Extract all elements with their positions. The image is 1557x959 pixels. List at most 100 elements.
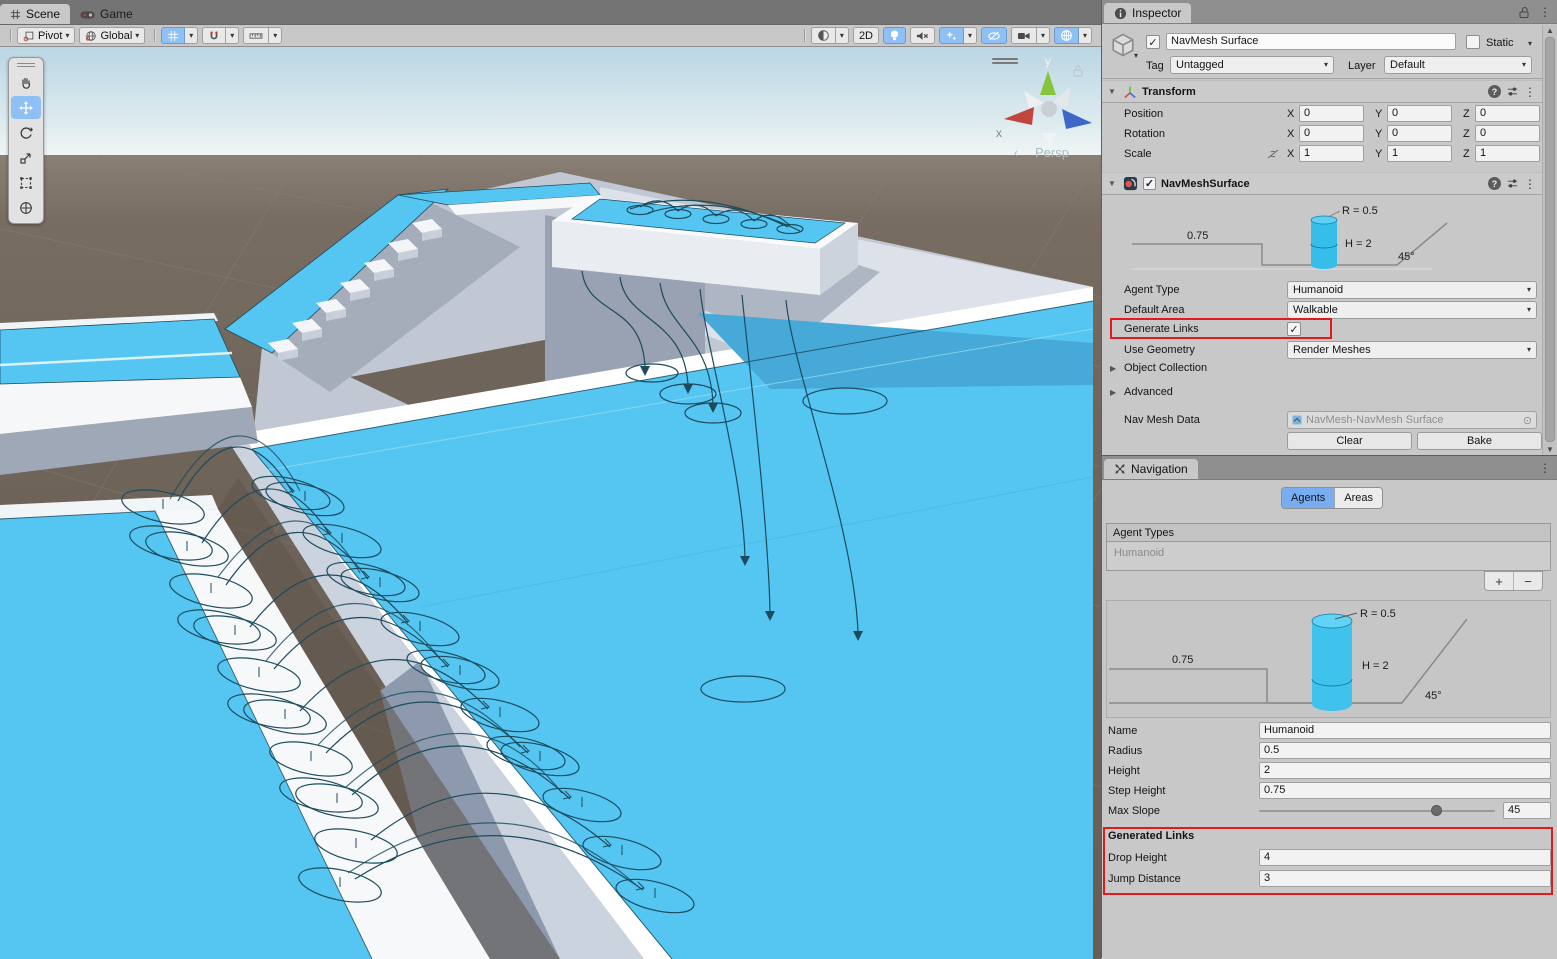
foldout-icon[interactable]: ▼: [1108, 87, 1118, 96]
scale-z-field[interactable]: 1: [1475, 145, 1540, 162]
grid-options-dropdown[interactable]: ▾: [185, 27, 198, 44]
kebab-menu-icon[interactable]: ⋮: [1524, 177, 1536, 191]
object-picker-icon[interactable]: ⊙: [1523, 414, 1532, 427]
gameobject-name-field[interactable]: NavMesh Surface: [1166, 33, 1456, 50]
gameobject-header: ▾ ✓ NavMesh Surface Static ▾ Tag Untagge…: [1102, 25, 1542, 79]
scene-visibility-button[interactable]: [981, 27, 1007, 44]
pivot-button[interactable]: Pivot ▾: [17, 27, 75, 44]
move-tool-button[interactable]: [11, 96, 41, 119]
position-y-field[interactable]: 0: [1387, 105, 1452, 122]
advanced-foldout[interactable]: ▶ Advanced: [1102, 386, 1542, 398]
active-checkbox[interactable]: ✓: [1146, 35, 1160, 49]
agent-type-dropdown[interactable]: Humanoid▾: [1287, 281, 1537, 299]
rotation-z-field[interactable]: 0: [1475, 125, 1540, 142]
static-dropdown-icon[interactable]: ▾: [1528, 40, 1532, 48]
rotate-tool-button[interactable]: [11, 121, 41, 144]
remove-agent-button[interactable]: −: [1514, 572, 1542, 590]
lock-icon[interactable]: [1518, 6, 1530, 19]
tab-scene[interactable]: Scene: [0, 4, 70, 24]
shading-mode-button[interactable]: [811, 27, 836, 44]
effects-dropdown[interactable]: ▾: [964, 27, 977, 44]
rotation-x-field[interactable]: 0: [1299, 125, 1364, 142]
gizmo-x-label: x: [996, 126, 1002, 140]
position-z-field[interactable]: 0: [1475, 105, 1540, 122]
default-area-dropdown[interactable]: Walkable▾: [1287, 301, 1537, 319]
audio-toggle-button[interactable]: [910, 27, 935, 44]
object-collection-foldout[interactable]: ▶ Object Collection: [1102, 362, 1542, 374]
presets-icon[interactable]: [1506, 177, 1519, 190]
scene-viewport[interactable]: y x z ‹ Persp: [0, 47, 1101, 959]
inspector-scrollbar[interactable]: ▲ ▼: [1542, 25, 1557, 455]
help-icon[interactable]: ?: [1488, 85, 1501, 98]
camera-settings-button[interactable]: [1011, 27, 1037, 44]
presets-icon[interactable]: [1506, 85, 1519, 98]
global-button[interactable]: Global ▾: [79, 27, 145, 44]
layer-dropdown[interactable]: Default▾: [1384, 56, 1532, 74]
gizmos-dropdown[interactable]: ▾: [1079, 27, 1092, 44]
tab-game[interactable]: Game: [70, 4, 143, 24]
step-height-field[interactable]: 0.75: [1259, 782, 1551, 799]
cube-dropdown-icon[interactable]: ▾: [1134, 52, 1138, 60]
inspector-menu-icon[interactable]: ⋮: [1539, 5, 1551, 19]
effects-toggle-button[interactable]: [939, 27, 964, 44]
position-x-field[interactable]: 0: [1299, 105, 1364, 122]
navmeshsurface-header[interactable]: ▼ ✓ NavMeshSurface ? ⋮: [1102, 172, 1542, 195]
increment-snap-button[interactable]: [243, 27, 269, 44]
scroll-down-icon[interactable]: ▼: [1546, 445, 1554, 454]
tab-navigation[interactable]: Navigation: [1104, 459, 1198, 479]
add-agent-button[interactable]: +: [1485, 572, 1514, 590]
generate-links-checkbox[interactable]: ✓: [1287, 322, 1301, 336]
layer-label: Layer: [1348, 60, 1376, 72]
shaded-sphere-icon: [817, 29, 830, 42]
shading-mode-dropdown[interactable]: ▾: [836, 27, 849, 44]
transform-header[interactable]: ▼ Transform ? ⋮: [1102, 80, 1542, 103]
use-geometry-dropdown[interactable]: Render Meshes▾: [1287, 341, 1537, 359]
view-tool-button[interactable]: [11, 71, 41, 94]
transform-tool-button[interactable]: [11, 196, 41, 219]
name-field[interactable]: Humanoid: [1259, 722, 1551, 739]
snap-button[interactable]: [202, 27, 226, 44]
scale-y-field[interactable]: 1: [1387, 145, 1452, 162]
increment-snap-dropdown[interactable]: ▾: [269, 27, 282, 44]
scale-x-field[interactable]: 1: [1299, 145, 1364, 162]
max-slope-field[interactable]: 45: [1503, 802, 1551, 819]
radius-field[interactable]: 0.5: [1259, 742, 1551, 759]
gizmos-toggle-button[interactable]: [1054, 27, 1079, 44]
lighting-toggle-button[interactable]: [883, 27, 906, 44]
agent-type-item[interactable]: Humanoid: [1107, 542, 1550, 564]
tool-palette-handle[interactable]: [10, 60, 42, 69]
areas-tab[interactable]: Areas: [1334, 488, 1382, 508]
cube-icon[interactable]: [1110, 32, 1136, 58]
component-enabled-checkbox[interactable]: ✓: [1143, 177, 1156, 190]
toolbar-handle[interactable]: [10, 29, 12, 42]
slider-thumb[interactable]: [1431, 805, 1442, 816]
drop-height-field[interactable]: 4: [1259, 849, 1551, 866]
tab-inspector[interactable]: Inspector: [1104, 3, 1191, 23]
link-scale-icon[interactable]: [1266, 148, 1280, 160]
2d-toggle-button[interactable]: 2D: [853, 27, 879, 44]
tag-dropdown[interactable]: Untagged▾: [1170, 56, 1334, 74]
scroll-up-icon[interactable]: ▲: [1546, 26, 1554, 35]
agent-types-items[interactable]: Humanoid: [1106, 542, 1551, 571]
max-slope-slider[interactable]: [1259, 810, 1495, 812]
camera-settings-dropdown[interactable]: ▾: [1037, 27, 1050, 44]
kebab-menu-icon[interactable]: ⋮: [1524, 85, 1536, 99]
scrollbar-thumb[interactable]: [1545, 37, 1555, 442]
rotation-y-field[interactable]: 0: [1387, 125, 1452, 142]
grid-visibility-button[interactable]: [161, 27, 185, 44]
scale-tool-button[interactable]: [11, 146, 41, 169]
static-checkbox[interactable]: [1466, 35, 1480, 49]
overlay-handle[interactable]: [992, 56, 1018, 66]
jump-distance-field[interactable]: 3: [1259, 870, 1551, 887]
help-icon[interactable]: ?: [1488, 177, 1501, 190]
nav-mesh-data-field[interactable]: NavMesh-NavMesh Surface ⊙: [1287, 411, 1537, 429]
foldout-icon[interactable]: ▼: [1108, 179, 1118, 188]
agents-tab[interactable]: Agents: [1282, 488, 1334, 508]
bake-button[interactable]: Bake: [1417, 432, 1542, 450]
height-field[interactable]: 2: [1259, 762, 1551, 779]
toolbar-handle-right[interactable]: [804, 29, 806, 42]
navigation-menu-icon[interactable]: ⋮: [1539, 461, 1551, 475]
clear-button[interactable]: Clear: [1287, 432, 1412, 450]
snap-options-dropdown[interactable]: ▾: [226, 27, 239, 44]
rect-tool-button[interactable]: [11, 171, 41, 194]
